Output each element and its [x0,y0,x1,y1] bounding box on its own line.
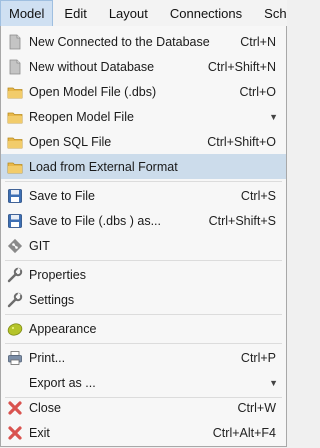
menu-edit[interactable]: Edit [53,0,97,26]
menu-item-load-external-format[interactable]: Load from External Format [1,154,286,179]
menu-item-open-sql-file[interactable]: Open SQL File Ctrl+Shift+O [1,129,286,154]
menu-bar: Model Edit Layout Connections Schema [0,0,287,27]
menu-item-label: Save to File [29,189,96,203]
model-dropdown-menu: New Connected to the Database Ctrl+N New… [0,26,287,447]
menu-item-shortcut: Ctrl+N [240,35,276,49]
wrench-icon [7,292,23,308]
menu-item-label: Load from External Format [29,160,178,174]
menu-separator [5,343,282,344]
menu-item-shortcut: Ctrl+Shift+S [208,214,276,228]
folder-icon [7,109,23,125]
floppy-icon [7,213,23,229]
menu-model[interactable]: Model [0,0,54,26]
menu-item-shortcut: Ctrl+P [240,351,276,365]
folder-icon [7,159,23,175]
menu-item-open-model-file[interactable]: Open Model File (.dbs) Ctrl+O [1,79,286,104]
menu-item-label: Close [29,401,61,415]
menu-item-shortcut: Ctrl+S [240,189,276,203]
menu-item-label: Exit [29,426,50,440]
git-icon [7,238,23,254]
folder-icon [7,84,23,100]
menu-item-git[interactable]: GIT [1,233,286,258]
menu-item-shortcut: Ctrl+Shift+O [207,135,276,149]
printer-icon [7,350,23,366]
menu-item-appearance[interactable]: Appearance [1,316,286,341]
menu-item-new-without-database[interactable]: New without Database Ctrl+Shift+N [1,54,286,79]
menu-item-close[interactable]: Close Ctrl+W [1,395,286,420]
menu-item-settings[interactable]: Settings [1,287,286,312]
close-icon [7,400,23,416]
menu-item-save-to-file[interactable]: Save to File Ctrl+S [1,183,286,208]
menu-item-label: Export as ... [29,376,96,390]
submenu-arrow-icon: ▼ [269,378,278,388]
document-icon [7,34,23,50]
menu-separator [5,314,282,315]
menu-item-save-as[interactable]: Save to File (.dbs ) as... Ctrl+Shift+S [1,208,286,233]
menu-item-label: Appearance [29,322,97,336]
menu-item-label: Settings [29,293,75,307]
menu-schema[interactable]: Schema [253,0,287,26]
menu-item-properties[interactable]: Properties [1,262,286,287]
document-icon [7,59,23,75]
menu-item-shortcut: Ctrl+Alt+F4 [212,426,276,440]
wrench-icon [7,267,23,283]
menu-separator [5,181,282,182]
menu-item-label: Print... [29,351,66,365]
menu-item-label: GIT [29,239,50,253]
menu-item-shortcut: Ctrl+O [239,85,276,99]
menu-item-reopen-model-file[interactable]: Reopen Model File ▼ [1,104,286,129]
menu-item-export-as[interactable]: Export as ... ▼ [1,370,286,395]
menu-item-label: Reopen Model File [29,110,134,124]
menu-item-shortcut: Ctrl+W [237,401,276,415]
submenu-arrow-icon: ▼ [269,112,278,122]
folder-icon [7,134,23,150]
menu-item-label: Open Model File (.dbs) [29,85,157,99]
menu-item-label: Save to File (.dbs ) as... [29,214,161,228]
menu-separator [5,260,282,261]
floppy-icon [7,188,23,204]
menu-item-label: Open SQL File [29,135,112,149]
menu-item-label: New without Database [29,60,155,74]
menu-item-shortcut: Ctrl+Shift+N [207,60,276,74]
menu-item-print[interactable]: Print... Ctrl+P [1,345,286,370]
menu-item-label: New Connected to the Database [29,35,210,49]
menu-layout[interactable]: Layout [98,0,159,26]
menu-connections[interactable]: Connections [159,0,253,26]
close-icon [7,425,23,441]
menu-item-exit[interactable]: Exit Ctrl+Alt+F4 [1,420,286,445]
menu-item-new-connected[interactable]: New Connected to the Database Ctrl+N [1,29,286,54]
menu-item-label: Properties [29,268,86,282]
palette-icon [7,321,23,337]
